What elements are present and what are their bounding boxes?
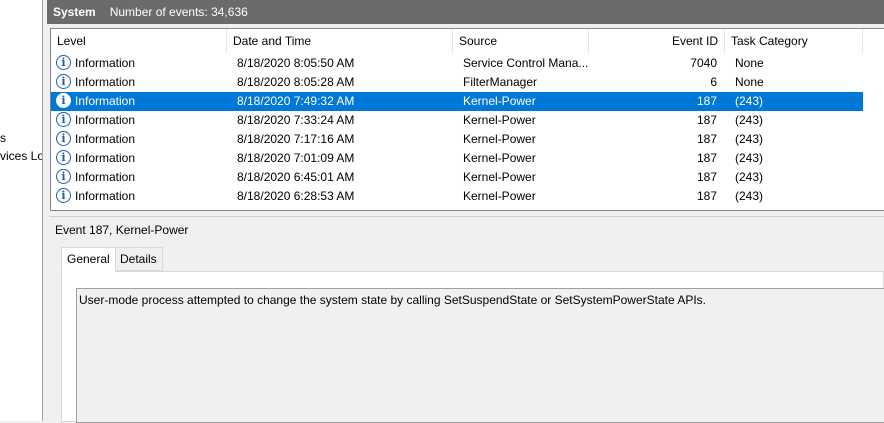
tree-node-text[interactable]: vices Lo: [0, 149, 42, 163]
cell-level: Information: [75, 189, 136, 203]
cell-source: Kernel-Power: [463, 151, 536, 165]
table-row[interactable]: i Information 8/18/2020 6:28:53 AM Kernel-P…: [51, 187, 863, 206]
cell-date-time: 8/18/2020 7:49:32 AM: [237, 94, 355, 108]
cell-task-category: (243): [735, 132, 764, 146]
cell-date-time: 8/18/2020 7:01:09 AM: [237, 151, 355, 165]
table-row[interactable]: i Information 8/18/2020 6:45:01 AM Kernel-P…: [51, 168, 863, 187]
cell-event-id: 6: [710, 75, 717, 89]
event-description[interactable]: User-mode process attempted to change th…: [76, 288, 884, 423]
cell-source: Kernel-Power: [463, 113, 536, 127]
cell-date-time: 8/18/2020 7:17:16 AM: [237, 132, 355, 146]
table-row[interactable]: i Information 8/18/2020 7:17:16 AM Kernel-P…: [51, 130, 863, 149]
event-count: Number of events: 34,636: [109, 5, 248, 19]
column-header-source[interactable]: Source: [453, 29, 589, 53]
cell-source: Kernel-Power: [463, 170, 536, 184]
cell-task-category: (243): [735, 151, 764, 165]
information-icon: i: [56, 150, 71, 165]
cell-task-category: (243): [735, 113, 764, 127]
information-icon: i: [56, 74, 71, 89]
table-row[interactable]: i Information 8/18/2020 8:05:28 AM FilterMa…: [51, 73, 863, 92]
cell-event-id: 187: [696, 151, 717, 165]
cell-event-id: 187: [696, 189, 717, 203]
information-icon: i: [56, 112, 71, 127]
cell-event-id: 7040: [690, 56, 717, 70]
information-icon: i: [56, 131, 71, 146]
cell-level: Information: [75, 132, 136, 146]
tab-general[interactable]: General: [61, 247, 116, 272]
events-grid[interactable]: Level Date and Time Source Event ID Task…: [50, 28, 884, 211]
tab-details[interactable]: Details: [114, 247, 163, 271]
cell-date-time: 8/18/2020 7:33:24 AM: [237, 113, 355, 127]
information-icon: i: [56, 93, 71, 108]
cell-task-category: (243): [735, 170, 764, 184]
cell-task-category: (243): [735, 94, 764, 108]
column-header-date-time[interactable]: Date and Time: [227, 29, 453, 53]
cell-source: FilterManager: [463, 75, 538, 89]
cell-level: Information: [75, 170, 136, 184]
information-icon: i: [56, 188, 71, 203]
cell-date-time: 8/18/2020 6:28:53 AM: [237, 189, 355, 203]
table-row[interactable]: i Information 8/18/2020 7:49:32 AM Kernel-P…: [51, 92, 863, 111]
cell-task-category: (243): [735, 189, 764, 203]
log-header-bar: System Number of events: 34,636: [47, 0, 884, 24]
log-title: System: [53, 5, 96, 19]
column-header-event-id[interactable]: Event ID: [589, 29, 725, 53]
grid-header: Level Date and Time Source Event ID Task…: [51, 29, 884, 53]
cell-source: Kernel-Power: [463, 132, 536, 146]
cell-source: Kernel-Power: [463, 94, 536, 108]
main-pane: System Number of events: 34,636 Level Da…: [47, 0, 884, 423]
cell-date-time: 8/18/2020 8:05:28 AM: [237, 75, 355, 89]
cell-level: Information: [75, 75, 136, 89]
cell-event-id: 187: [696, 94, 717, 108]
cell-level: Information: [75, 94, 136, 108]
event-detail-pane: Event 187, Kernel-Power General Details …: [49, 216, 884, 423]
table-row[interactable]: i Information 8/18/2020 7:33:24 AM Kernel-P…: [51, 111, 863, 130]
table-row[interactable]: i Information 8/18/2020 8:05:50 AM Service …: [51, 54, 863, 73]
cell-level: Information: [75, 151, 136, 165]
table-row[interactable]: i Information 8/18/2020 7:01:09 AM Kernel-P…: [51, 149, 863, 168]
information-icon: i: [56, 169, 71, 184]
cell-event-id: 187: [696, 132, 717, 146]
column-header-task-category[interactable]: Task Category: [725, 29, 863, 53]
cell-source: Service Control Mana...: [463, 56, 589, 70]
cell-level: Information: [75, 113, 136, 127]
cell-date-time: 8/18/2020 6:45:01 AM: [237, 170, 355, 184]
event-detail-title: Event 187, Kernel-Power: [55, 223, 189, 237]
information-icon: i: [56, 55, 71, 70]
cell-task-category: None: [735, 75, 764, 89]
navigation-tree-pane[interactable]: s vices Lo: [0, 0, 43, 421]
column-header-level[interactable]: Level: [51, 29, 227, 53]
cell-event-id: 187: [696, 113, 717, 127]
general-tab-panel: User-mode process attempted to change th…: [61, 271, 884, 423]
cell-event-id: 187: [696, 170, 717, 184]
tree-node-text[interactable]: s: [0, 131, 6, 145]
cell-source: Kernel-Power: [463, 189, 536, 203]
cell-task-category: None: [735, 56, 764, 70]
cell-date-time: 8/18/2020 8:05:50 AM: [237, 56, 355, 70]
cell-level: Information: [75, 56, 136, 70]
